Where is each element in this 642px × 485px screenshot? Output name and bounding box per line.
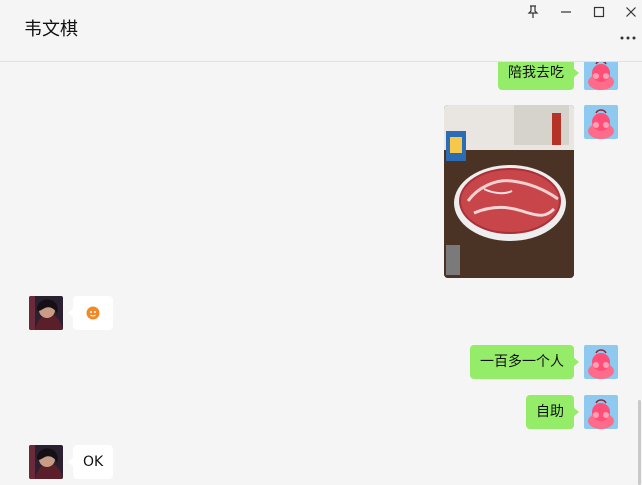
my-avatar[interactable]	[584, 345, 618, 379]
my-avatar[interactable]	[584, 105, 618, 139]
close-icon[interactable]	[618, 2, 642, 22]
more-icon[interactable]	[618, 30, 638, 46]
image-message[interactable]	[444, 105, 574, 278]
contact-avatar[interactable]	[29, 445, 63, 479]
chat-title: 韦文棋	[24, 19, 78, 40]
message-bubble[interactable]: 自助	[526, 395, 579, 429]
message-list[interactable]: 陪我去吃 一百多一个人 自助 OK	[0, 62, 642, 485]
sticker-message[interactable]	[68, 296, 113, 330]
contact-avatar[interactable]	[29, 296, 63, 330]
my-avatar[interactable]	[584, 62, 618, 90]
message-bubble[interactable]: OK	[67, 445, 114, 479]
message-bubble[interactable]: 陪我去吃	[498, 62, 579, 90]
chat-header: 韦文棋	[0, 0, 642, 62]
scrollbar[interactable]	[638, 400, 641, 485]
maximize-icon[interactable]	[586, 2, 612, 22]
my-avatar[interactable]	[584, 395, 618, 429]
minimize-icon[interactable]	[553, 2, 579, 22]
message-bubble[interactable]: 一百多一个人	[470, 345, 579, 379]
pin-icon[interactable]	[520, 2, 546, 22]
